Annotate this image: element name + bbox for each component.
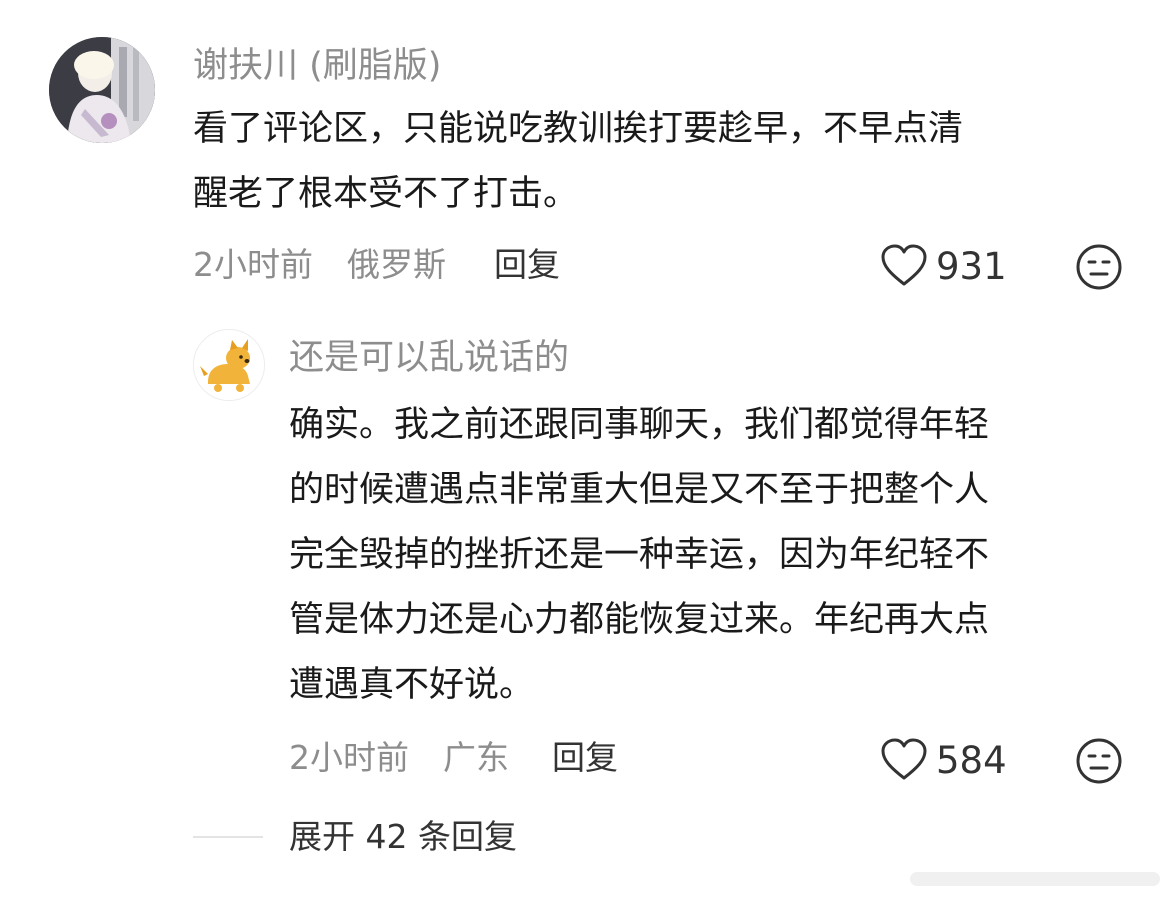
reply-text-line: 管是体力还是心力都能恢复过来。年纪再大点	[289, 600, 990, 640]
comment-text-line: 醒老了根本受不了打击。	[193, 174, 579, 214]
commenter-username[interactable]: 谢扶川 (刷脂版)	[193, 44, 441, 88]
comment-text-line: 看了评论区，只能说吃教训挨打要趁早，不早点清	[193, 109, 964, 149]
heart-outline-icon	[880, 243, 928, 291]
reply-text-line: 确实。我之前还跟同事聊天，我们都觉得年轻	[289, 405, 990, 445]
replier-avatar[interactable]	[193, 329, 265, 401]
neutral-face-icon[interactable]	[1075, 737, 1123, 785]
heart-outline-icon	[880, 737, 928, 785]
replier-username[interactable]: 还是可以乱说话的	[289, 336, 569, 380]
reply-text-line: 的时候遭遇点非常重大但是又不至于把整个人	[289, 470, 990, 510]
reply-location: 广东	[443, 738, 509, 777]
like-count: 584	[936, 739, 1007, 782]
expand-replies-button[interactable]: 展开 42 条回复	[289, 815, 517, 859]
watermark	[890, 862, 1170, 894]
comment-location: 俄罗斯	[347, 245, 446, 284]
reply-button[interactable]: 回复	[494, 243, 560, 287]
reply-button[interactable]: 回复	[552, 736, 618, 780]
reply-time: 2小时前	[289, 738, 409, 777]
like-count: 931	[936, 245, 1007, 288]
expand-divider	[193, 836, 263, 838]
like-button[interactable]: 584	[880, 736, 1007, 786]
reply-text-line: 遭遇真不好说。	[289, 665, 535, 705]
comment-time: 2小时前	[193, 245, 313, 284]
commenter-avatar[interactable]	[49, 37, 155, 143]
neutral-face-icon[interactable]	[1075, 243, 1123, 291]
like-button[interactable]: 931	[880, 242, 1007, 292]
reply-text-line: 完全毁掉的挫折还是一种幸运，因为年纪轻不	[289, 535, 990, 575]
